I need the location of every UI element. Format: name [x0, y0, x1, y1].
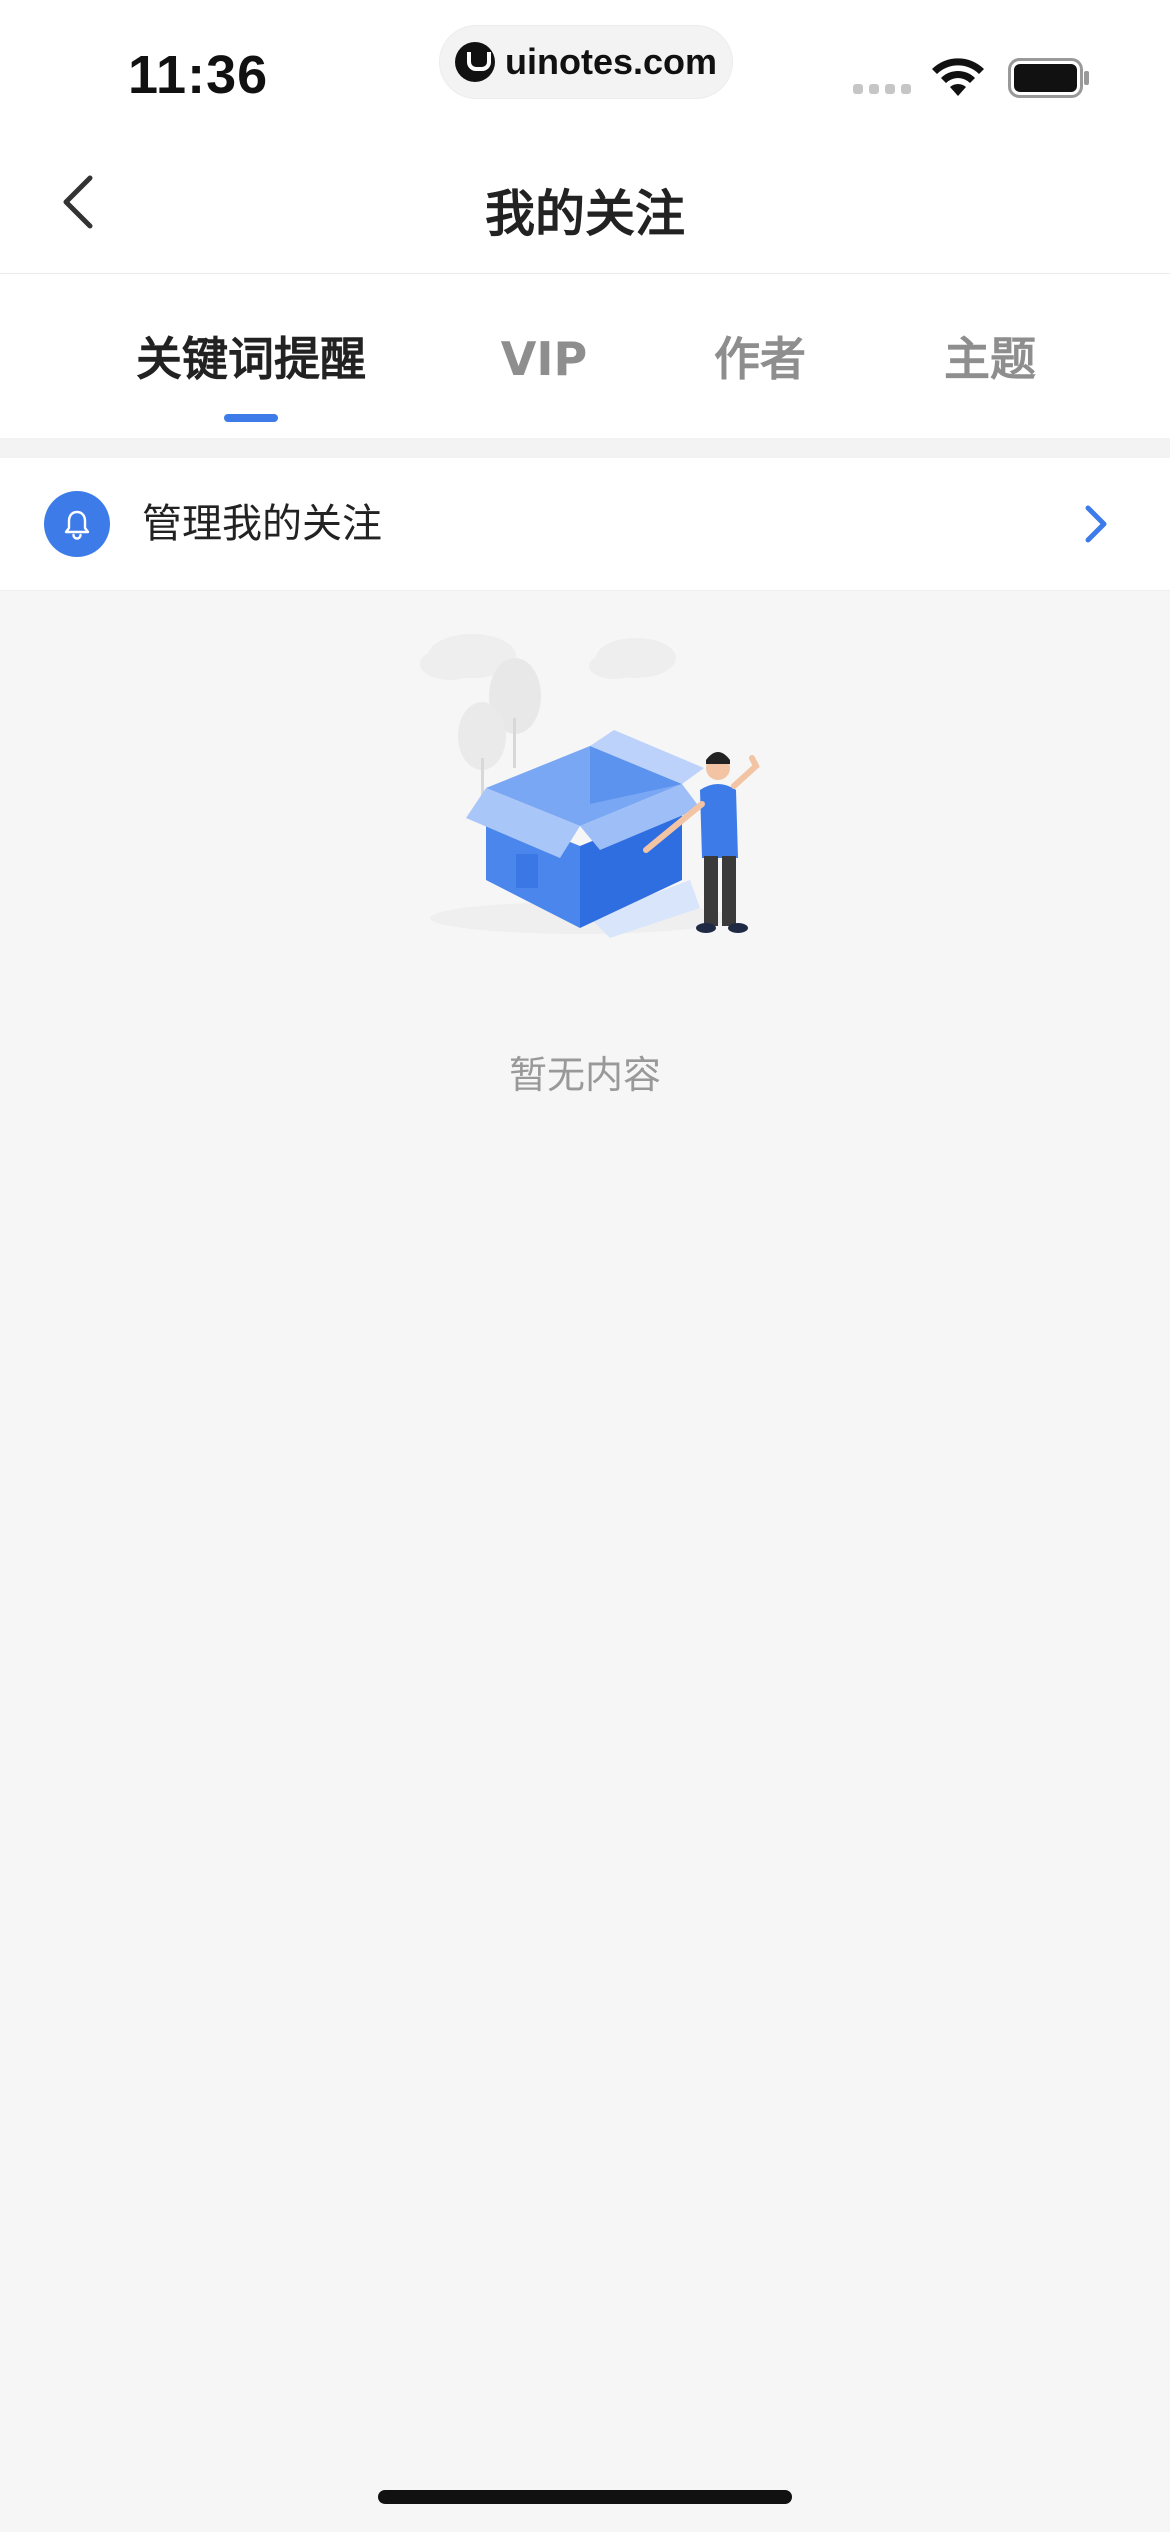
tab-bar: 关键词提醒 VIP 作者 主题	[0, 274, 1170, 438]
empty-box-illustration	[420, 634, 760, 938]
manage-follows-label: 管理我的关注	[142, 501, 382, 547]
status-time: 11:36	[128, 45, 269, 105]
bell-icon	[44, 491, 110, 557]
page-title: 我的关注	[485, 185, 685, 243]
nav-bar: 我的关注	[0, 130, 1170, 274]
tab-vip[interactable]: VIP	[490, 324, 598, 394]
cellular-signal-icon	[853, 84, 911, 94]
status-bar: 11:36 uinotes.com	[0, 0, 1170, 130]
empty-state-text: 暂无内容	[508, 1053, 661, 1097]
url-text: uinotes.com	[505, 41, 718, 82]
battery-icon	[1008, 58, 1089, 98]
site-logo-icon	[455, 42, 495, 82]
section-divider	[0, 438, 1170, 458]
tab-authors[interactable]: 作者	[700, 324, 820, 394]
tab-topics[interactable]: 主题	[930, 324, 1050, 394]
manage-follows-row[interactable]: 管理我的关注	[0, 458, 1170, 591]
wifi-icon	[932, 58, 984, 96]
home-indicator[interactable]	[378, 2490, 792, 2504]
tab-keyword-alerts[interactable]: 关键词提醒	[126, 324, 376, 394]
url-pill[interactable]: uinotes.com	[440, 26, 732, 98]
chevron-right-icon	[1085, 505, 1107, 543]
active-tab-indicator	[224, 414, 278, 422]
